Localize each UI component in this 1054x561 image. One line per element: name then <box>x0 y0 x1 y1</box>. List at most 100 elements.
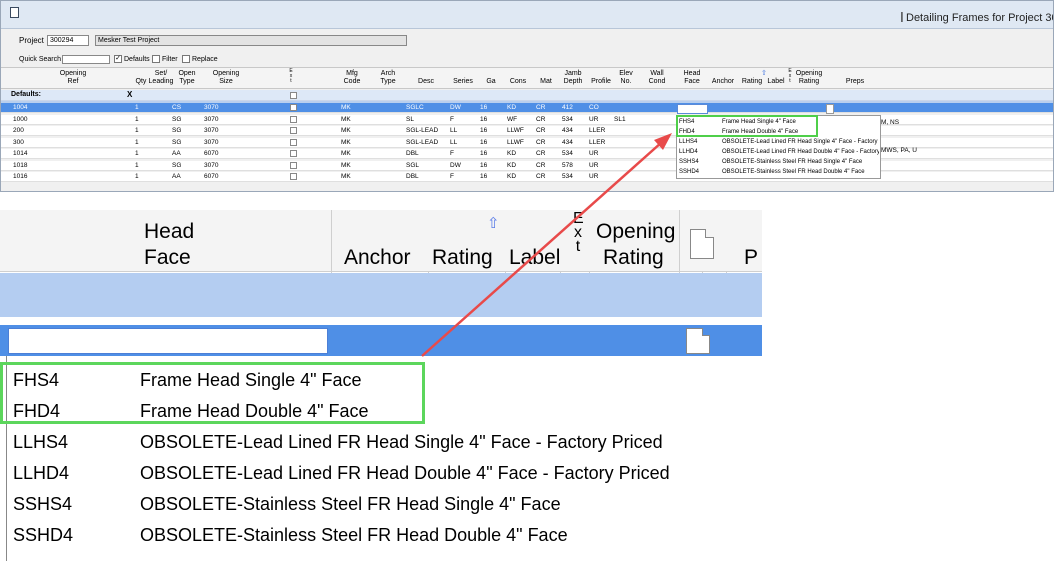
cell-ga: 16 <box>480 104 488 111</box>
col-opening-size[interactable]: Opening Size <box>206 70 246 86</box>
col-desc[interactable]: Desc <box>411 78 441 86</box>
ext-checkbox[interactable] <box>290 138 297 146</box>
ext-checkbox[interactable] <box>290 127 297 134</box>
document-icon[interactable] <box>686 328 710 354</box>
dropdown-option[interactable]: LLHD4 OBSOLETE-Lead Lined FR Head Double … <box>13 458 763 489</box>
zoom-col-label[interactable]: Label <box>509 245 560 270</box>
document-icon[interactable] <box>690 229 714 259</box>
zoom-col-anchor[interactable]: Anchor <box>344 245 411 270</box>
table-row[interactable]: 1018 1 SG 3070 MK SGL DW 16 KD CR 578 UR <box>1 160 1053 171</box>
zoom-col-preps[interactable]: P <box>744 245 758 270</box>
table-row[interactable]: 300 1 SG 3070 MK SGL-LEAD LL 16 LLWF CR 434 LLER <box>1 137 1053 148</box>
cell-desc: SGL-LEAD <box>406 138 439 146</box>
head-face-input-mini[interactable] <box>677 104 708 114</box>
col-ga[interactable]: Ga <box>481 78 501 86</box>
table-row[interactable]: 1016 1 AA 6070 MK DBL F 16 KD CR 534 UR <box>1 172 1053 182</box>
dropdown-option[interactable]: LLHS4 OBSOLETE-Lead Lined FR Head Single … <box>13 427 763 458</box>
project-row: Project 300294 Mesker Test Project <box>1 30 1053 50</box>
col-jamb-depth[interactable]: Jamb Depth <box>558 70 588 86</box>
dropdown-option-mini[interactable]: SSHS4 OBSOLETE-Stainless Steel FR Head Si… <box>679 158 879 167</box>
project-number-field[interactable]: 300294 <box>47 35 89 46</box>
cell-cons: KD <box>507 173 517 180</box>
dropdown-option[interactable]: SSHD4 OBSOLETE-Stainless Steel FR Head Do… <box>13 520 763 551</box>
zoom-col-opening-rating-line1[interactable]: Opening <box>596 219 675 244</box>
app-window: I Detailing Frames for Project 300294 Pr… <box>0 0 1054 192</box>
defaults-checkbox[interactable]: ✓ <box>114 55 122 63</box>
cell-mat: CR <box>536 138 546 146</box>
cell-mat: CR <box>536 104 546 111</box>
col-opening-ref[interactable]: Opening Ref <box>53 70 93 86</box>
highlight-box-mini <box>676 115 818 137</box>
zoom-col-opening-rating-line2[interactable]: Rating <box>603 245 664 270</box>
col-cons[interactable]: Cons <box>505 78 531 86</box>
document-icon[interactable] <box>826 104 834 114</box>
preps-value: M, NS <box>881 119 900 126</box>
col-arch-type[interactable]: Arch Type <box>374 70 402 86</box>
ext-checkbox[interactable] <box>290 150 297 157</box>
dropdown-option[interactable]: SSHS4 OBSOLETE-Stainless Steel FR Head Si… <box>13 489 763 520</box>
cell-qty: 1 <box>135 173 139 180</box>
zoom-row-separator <box>0 317 762 325</box>
zoom-defaults-row <box>0 273 762 317</box>
zoom-col-rating[interactable]: Rating <box>432 245 493 270</box>
cell-ref: 300 <box>13 138 24 146</box>
col-head-face[interactable]: Head Face <box>678 70 706 86</box>
cell-series: DW <box>450 161 461 169</box>
zoom-col-head-face-line1[interactable]: Head <box>144 219 194 244</box>
table-row[interactable]: 200 1 SG 3070 MK SGL-LEAD LL 16 LLWF CR 434 LLER <box>1 126 1053 136</box>
col-anchor[interactable]: Anchor <box>708 78 738 86</box>
cell-cons: KD <box>507 104 517 111</box>
cell-type: AA <box>172 150 181 157</box>
replace-label: Replace <box>192 56 218 63</box>
cell-cons: WF <box>507 115 518 123</box>
cell-qty: 1 <box>135 104 139 111</box>
head-face-input[interactable] <box>8 328 328 354</box>
dropdown-option-mini[interactable]: SSHD4 OBSOLETE-Stainless Steel FR Head Do… <box>679 168 879 177</box>
col-opening-rating[interactable]: Opening Rating <box>794 70 824 86</box>
zoom-col-ext[interactable]: E x t <box>573 211 584 255</box>
cell-mfg: MK <box>341 138 351 146</box>
defaults-ext-checkbox[interactable] <box>290 92 297 99</box>
col-wall-cond[interactable]: Wall Cond <box>644 70 670 86</box>
cell-profile: UR <box>589 173 599 180</box>
cell-size: 3070 <box>204 161 219 169</box>
cell-cons: KD <box>507 161 517 169</box>
col-mfg-code[interactable]: Mfg Code <box>338 70 366 86</box>
ext-checkbox[interactable] <box>290 104 297 111</box>
filter-checkbox[interactable] <box>152 55 160 63</box>
replace-checkbox[interactable] <box>182 55 190 63</box>
quick-search-input[interactable] <box>62 55 110 64</box>
dropdown-option-mini[interactable]: LLHS4 OBSOLETE-Lead Lined FR Head Single … <box>679 138 879 147</box>
cell-profile: LLER <box>589 127 606 134</box>
sort-up-icon[interactable]: ⇧ <box>761 69 767 77</box>
dropdown-option-mini[interactable]: LLHD4 OBSOLETE-Lead Lined FR Head Double … <box>679 148 879 157</box>
table-row[interactable]: 1004 1 CS 3070 MK SGLC DW 16 KD CR 412 CO <box>1 103 1053 113</box>
cell-mfg: MK <box>341 173 351 180</box>
ext-checkbox[interactable] <box>290 161 297 169</box>
col-ext-2[interactable]: E x t <box>787 69 793 84</box>
cell-cons: KD <box>507 150 517 157</box>
cell-type: AA <box>172 173 181 180</box>
col-ext[interactable]: E x t <box>288 69 294 84</box>
ext-checkbox[interactable] <box>290 173 297 180</box>
col-mat[interactable]: Mat <box>536 78 556 86</box>
sort-up-icon[interactable]: ⇧ <box>487 214 500 232</box>
col-preps[interactable]: Preps <box>841 78 869 86</box>
window-title: Detailing Frames for Project 300294 <box>906 12 1053 24</box>
option-description: OBSOLETE-Stainless Steel FR Head Double … <box>722 169 865 175</box>
col-label[interactable]: Label <box>765 78 787 86</box>
col-elev-no[interactable]: Elev No. <box>614 70 638 86</box>
ext-checkbox[interactable] <box>290 115 297 123</box>
title-bar: I Detailing Frames for Project 300294 <box>1 1 1053 29</box>
col-profile[interactable]: Profile <box>587 78 615 86</box>
col-series[interactable]: Series <box>450 78 476 86</box>
clear-defaults-icon[interactable]: X <box>127 90 132 99</box>
cell-series: LL <box>450 127 458 134</box>
cell-mfg: MK <box>341 104 351 111</box>
zoom-col-head-face-line2[interactable]: Face <box>144 245 191 270</box>
cell-ref: 200 <box>13 127 24 134</box>
col-rating[interactable]: Rating <box>739 78 765 86</box>
cell-ga: 16 <box>480 127 488 134</box>
col-set-leading[interactable]: Set/ Leading <box>147 70 175 86</box>
col-open-type[interactable]: Open Type <box>175 70 199 86</box>
